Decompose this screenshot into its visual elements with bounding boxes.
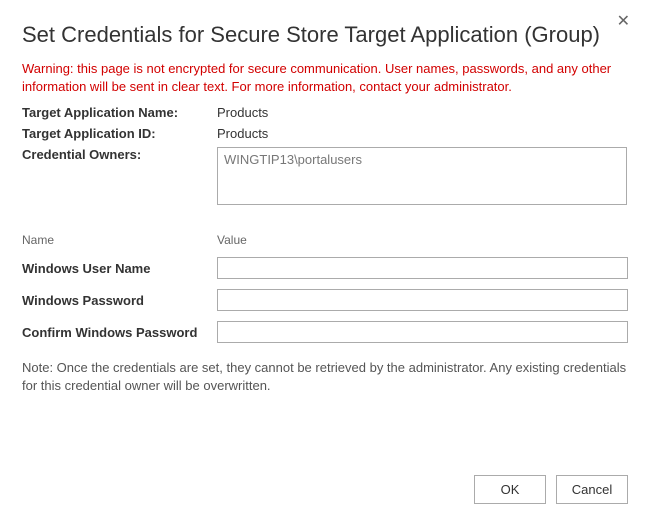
- username-label: Windows User Name: [22, 261, 217, 276]
- confirm-password-label: Confirm Windows Password: [22, 325, 217, 340]
- dialog-title: Set Credentials for Secure Store Target …: [22, 22, 628, 48]
- app-name-value: Products: [217, 105, 268, 120]
- cancel-button[interactable]: Cancel: [556, 475, 628, 504]
- note-text: Note: Once the credentials are set, they…: [22, 359, 628, 395]
- credential-owners-field[interactable]: WINGTIP13\portalusers: [217, 147, 627, 205]
- app-id-row: Target Application ID: Products: [22, 126, 628, 141]
- password-input[interactable]: [217, 289, 628, 311]
- app-name-row: Target Application Name: Products: [22, 105, 628, 120]
- password-label: Windows Password: [22, 293, 217, 308]
- app-name-label: Target Application Name:: [22, 105, 217, 120]
- owners-label: Credential Owners:: [22, 147, 217, 162]
- owners-row: Credential Owners: WINGTIP13\portalusers: [22, 147, 628, 205]
- column-value-header: Value: [217, 233, 628, 247]
- confirm-password-input[interactable]: [217, 321, 628, 343]
- ok-button[interactable]: OK: [474, 475, 546, 504]
- password-row: Windows Password: [22, 289, 628, 311]
- app-id-value: Products: [217, 126, 268, 141]
- username-input[interactable]: [217, 257, 628, 279]
- app-id-label: Target Application ID:: [22, 126, 217, 141]
- credentials-dialog: ✕ Set Credentials for Secure Store Targe…: [0, 0, 650, 530]
- username-row: Windows User Name: [22, 257, 628, 279]
- close-icon[interactable]: ✕: [617, 14, 630, 30]
- warning-text: Warning: this page is not encrypted for …: [22, 60, 628, 95]
- column-name-header: Name: [22, 233, 217, 247]
- columns-header: Name Value: [22, 233, 628, 247]
- button-row: OK Cancel: [474, 475, 628, 504]
- confirm-password-row: Confirm Windows Password: [22, 321, 628, 343]
